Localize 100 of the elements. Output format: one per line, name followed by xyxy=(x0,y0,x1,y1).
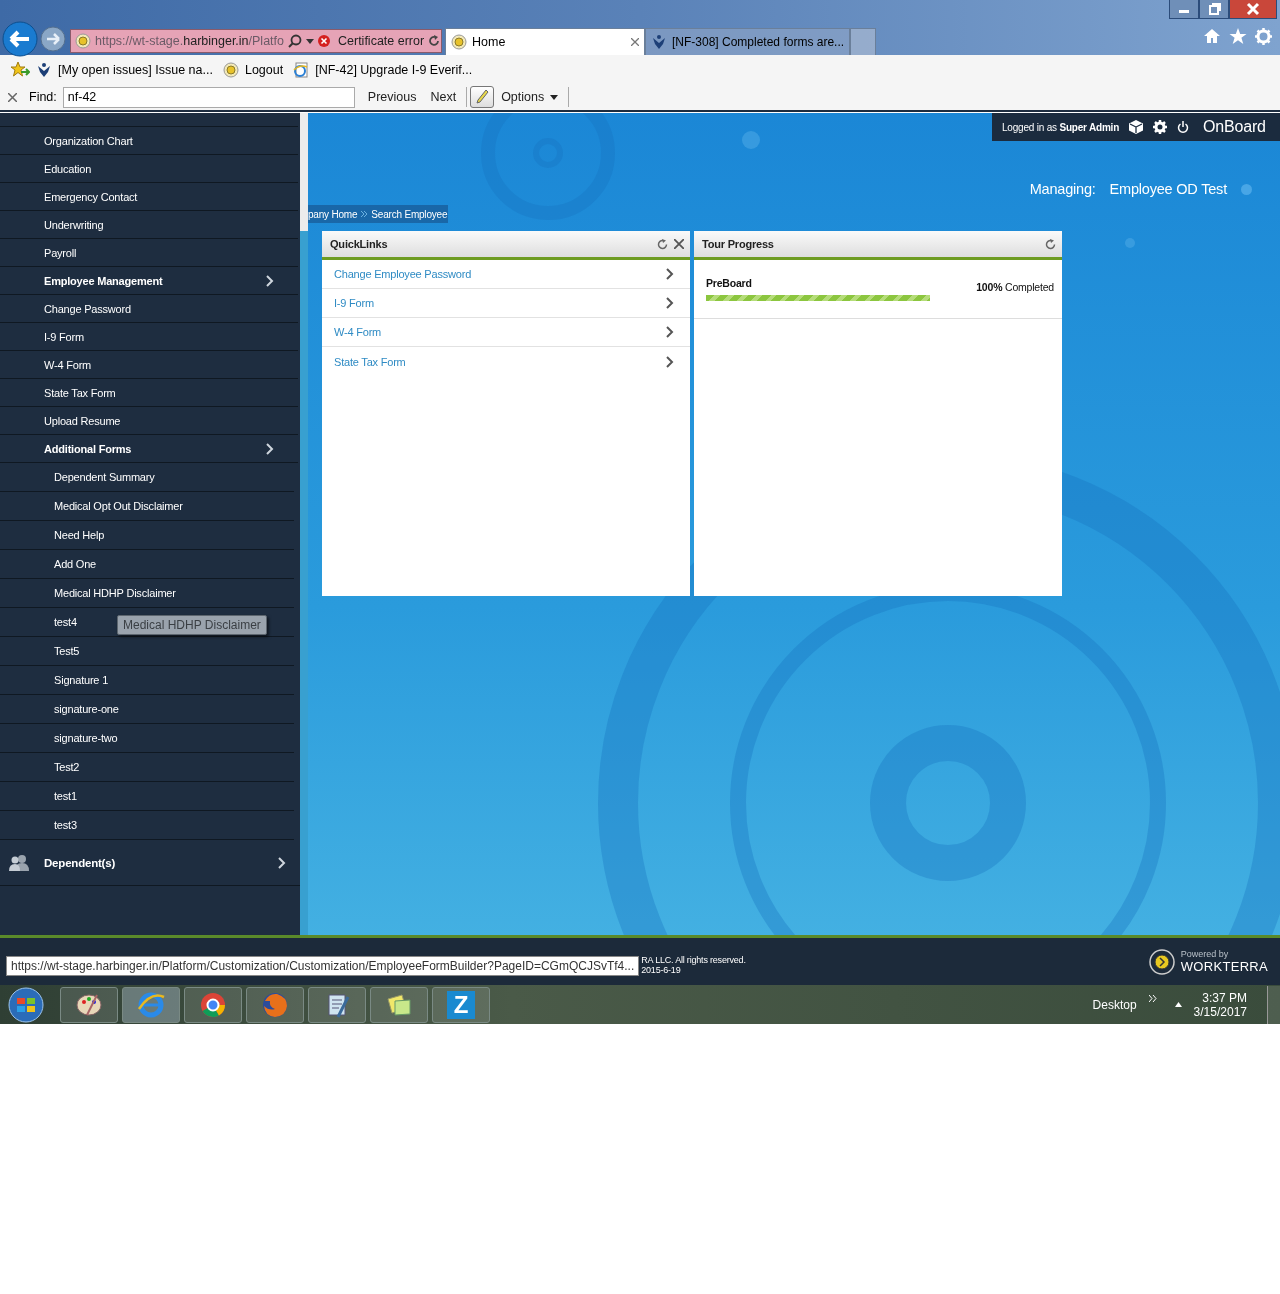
refresh-icon[interactable] xyxy=(428,35,441,47)
favorite-link[interactable]: [NF-42] Upgrade I-9 Everif... xyxy=(315,62,473,77)
sidebar-item[interactable]: I-9 Form xyxy=(0,323,298,351)
status-url-tooltip: https://wt-stage.harbinger.in/Platform/Customization/Customization/EmployeeFormBuilder?PageID=CGmQCJSvTf4... xyxy=(6,955,640,976)
options-button[interactable]: Options xyxy=(494,90,566,104)
sidebar-item[interactable]: Underwriting xyxy=(0,211,298,239)
search-icon[interactable] xyxy=(288,34,302,48)
scrollbar[interactable] xyxy=(300,113,308,935)
taskbar-app[interactable] xyxy=(308,986,366,1023)
clock-time: 3:37 PM xyxy=(1202,990,1247,1005)
chevron-icon xyxy=(266,274,274,287)
close-icon[interactable] xyxy=(1229,0,1277,19)
taskbar-app[interactable]: Z xyxy=(432,986,490,1023)
sidebar-item[interactable]: Signature 1 xyxy=(0,666,294,695)
people-icon xyxy=(8,853,30,872)
browser-tab[interactable]: Home xyxy=(445,28,645,55)
chrome-icon xyxy=(199,990,227,1019)
chevron-icon xyxy=(266,442,274,455)
sidebar-item[interactable]: Organization Chart xyxy=(0,127,298,155)
find-field[interactable]: nf-42 xyxy=(62,86,355,108)
quick-link[interactable]: State Tax Form xyxy=(322,347,690,376)
sidebar-item[interactable]: Need Help xyxy=(0,521,294,550)
forward-icon[interactable] xyxy=(40,25,66,52)
sidebar-item[interactable]: Add One xyxy=(0,550,294,579)
chevron-icon xyxy=(666,268,674,280)
shield-icon xyxy=(318,35,330,47)
refresh-icon[interactable] xyxy=(657,238,668,250)
sidebar-item[interactable]: Dependent(s) xyxy=(0,840,300,886)
figure-icon xyxy=(651,34,667,50)
find-button[interactable]: Previous xyxy=(360,90,424,104)
sidebar-item[interactable]: test1 xyxy=(0,782,294,811)
address-bar[interactable]: https://wt-stage.harbinger.in/Platfo Certificate error xyxy=(70,29,442,53)
sidebar-item[interactable]: Education xyxy=(0,155,298,183)
sidebar-section[interactable]: Additional Forms xyxy=(0,435,298,463)
chevron-icon xyxy=(666,326,674,338)
restore-icon[interactable] xyxy=(1199,0,1229,19)
sidebar-item[interactable]: Payroll xyxy=(0,239,298,267)
quick-link[interactable]: I-9 Form xyxy=(322,289,690,318)
sidebar-item[interactable]: Test5 xyxy=(0,637,294,666)
panel-title: Tour Progress xyxy=(702,238,775,250)
favorites-star-icon[interactable] xyxy=(10,60,30,79)
chevron-icon xyxy=(666,355,674,368)
power-icon[interactable] xyxy=(1177,121,1190,133)
chevron-icon[interactable] xyxy=(1148,995,1157,1002)
browser-tab[interactable]: [NF-308] Completed forms are... xyxy=(645,28,851,55)
managing-label: Managing: xyxy=(1029,181,1096,197)
sidebar-item[interactable]: Medical Opt Out Disclaimer xyxy=(0,492,294,521)
sidebar-item[interactable]: Emergency Contact xyxy=(0,183,298,211)
pencil-icon xyxy=(475,89,490,105)
settings-icon[interactable] xyxy=(1153,120,1168,134)
find-button[interactable]: Next xyxy=(423,90,464,104)
caret-icon xyxy=(550,94,559,100)
caret-icon[interactable] xyxy=(306,38,314,44)
taskbar-app[interactable] xyxy=(60,986,118,1023)
sidebar-item[interactable]: signature-one xyxy=(0,695,294,724)
panel-title: QuickLinks xyxy=(330,238,389,250)
breadcrumb-link[interactable]: Search Employee xyxy=(371,208,448,220)
sidebar-item[interactable]: Medical HDHP Disclaimer xyxy=(0,579,294,608)
sidebar-item[interactable]: Test2 xyxy=(0,753,294,782)
brand-logo: OnBoard xyxy=(1203,118,1266,136)
home-icon[interactable] xyxy=(1203,28,1221,44)
version-date: 2015-6-19 xyxy=(641,964,682,975)
minimize-icon[interactable] xyxy=(1169,0,1199,19)
progress-status: 100% Completed xyxy=(976,281,1054,293)
desktop-toolbar-label[interactable]: Desktop xyxy=(1092,997,1137,1012)
certificate-error-text: Certificate error xyxy=(338,34,425,48)
sidebar-item[interactable]: Upload Resume xyxy=(0,407,298,435)
cube-icon[interactable] xyxy=(1129,120,1144,134)
caret-icon[interactable] xyxy=(1174,1002,1182,1007)
start-icon[interactable] xyxy=(6,986,46,1023)
sidebar-item[interactable]: W-4 Form xyxy=(0,351,298,379)
highlight-button[interactable] xyxy=(470,86,495,108)
sidebar-item[interactable]: test3 xyxy=(0,811,294,840)
close-icon[interactable] xyxy=(631,38,639,46)
browser-e-icon xyxy=(137,990,165,1019)
tour-step-name: PreBoard xyxy=(706,277,753,289)
sidebar-item[interactable]: State Tax Form xyxy=(0,379,298,407)
refresh-icon[interactable] xyxy=(1045,238,1056,250)
chevron-icon xyxy=(361,211,368,217)
url-text: https://wt-stage.harbinger.in/Platfo xyxy=(95,34,284,48)
favorite-link[interactable]: Logout xyxy=(244,62,284,77)
tooltip: Medical HDHP Disclaimer xyxy=(117,615,267,635)
star-icon[interactable] xyxy=(1229,28,1247,45)
close-icon[interactable] xyxy=(674,239,684,249)
taskbar-app[interactable] xyxy=(370,986,428,1023)
sidebar-item[interactable]: Dependent Summary xyxy=(0,463,294,492)
back-icon[interactable] xyxy=(2,20,38,57)
quick-link[interactable]: Change Employee Password xyxy=(322,260,690,289)
close-icon[interactable] xyxy=(8,92,17,102)
sidebar-item[interactable]: signature-two xyxy=(0,724,294,753)
taskbar-app[interactable] xyxy=(122,986,180,1023)
find-label: Find: xyxy=(29,90,57,104)
sidebar-section[interactable]: Employee Management xyxy=(0,267,298,295)
breadcrumb-link[interactable]: pany Home xyxy=(308,208,358,220)
show-desktop-button[interactable] xyxy=(1267,985,1280,1024)
clock-date: 3/15/2017 xyxy=(1193,1004,1247,1019)
taskbar-app[interactable] xyxy=(184,986,242,1023)
sidebar-item[interactable]: Change Password xyxy=(0,295,298,323)
favorite-link[interactable]: [My open issues] Issue na... xyxy=(58,62,213,77)
quick-link[interactable]: W-4 Form xyxy=(322,318,690,347)
